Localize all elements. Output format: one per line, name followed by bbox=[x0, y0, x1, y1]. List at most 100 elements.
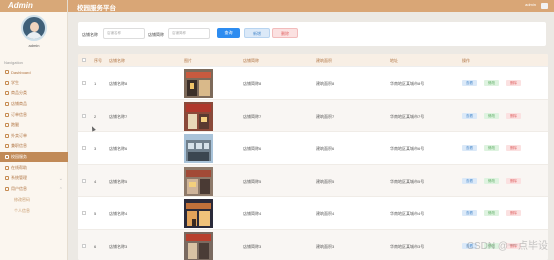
cell-area: 建筑面积8 bbox=[316, 81, 335, 86]
row-checkbox[interactable] bbox=[82, 211, 86, 215]
delete-button[interactable]: 删除 bbox=[506, 145, 521, 151]
search-panel: 店铺名称 店铺名称 店铺简称 店铺简称 查询 新增 删除 bbox=[78, 22, 546, 46]
user-icon bbox=[5, 186, 9, 191]
sidebar-item-errands[interactable]: 跑腿 bbox=[0, 120, 68, 131]
cell-address: 华南地区某城市7号 bbox=[390, 113, 425, 119]
logout-icon[interactable] bbox=[541, 3, 548, 9]
edit-button[interactable]: 修改 bbox=[484, 80, 499, 86]
sidebar-username: admin bbox=[28, 43, 40, 48]
cell-index: 6 bbox=[94, 243, 97, 249]
sidebar-item-label: 兼职信息 bbox=[11, 143, 27, 149]
cell-short: 店铺简称7 bbox=[243, 113, 262, 119]
cell-index: 2 bbox=[94, 113, 97, 119]
delete-button[interactable]: 删除 bbox=[506, 177, 521, 184]
page-title: 校园服务平台 bbox=[77, 5, 116, 12]
cell-name: 店铺名称3 bbox=[109, 243, 128, 249]
cell-address: 华南地区某城市4号 bbox=[390, 211, 425, 216]
row-checkbox[interactable] bbox=[82, 243, 86, 248]
detail-button[interactable]: 查看 bbox=[462, 177, 477, 184]
sidebar-item-takeout[interactable]: 外卖订单 bbox=[0, 131, 68, 142]
grid-icon bbox=[5, 165, 9, 170]
detail-button[interactable]: 查看 bbox=[462, 112, 477, 119]
table-header: 序号 店铺名称 图片 店铺简称 建筑面积 地址 操作 bbox=[78, 54, 548, 67]
sidebar-item-products[interactable]: 店铺商品 bbox=[0, 99, 68, 110]
data-table: 序号 店铺名称 图片 店铺简称 建筑面积 地址 操作 1 店铺名称8 店铺简称8… bbox=[78, 54, 548, 260]
cell-short: 店铺简称8 bbox=[243, 81, 262, 86]
edit-button[interactable]: 修改 bbox=[484, 145, 499, 151]
cell-name: 店铺名称6 bbox=[109, 146, 128, 151]
search-label-short: 店铺简称 bbox=[148, 32, 164, 37]
delete-button[interactable]: 删除 bbox=[506, 210, 521, 216]
cell-index: 5 bbox=[94, 211, 97, 216]
table-row: 2 店铺名称7 店铺简称7 建筑面积7 华南地区某城市7号 查看 修改 删除 bbox=[78, 99, 548, 132]
store-image bbox=[184, 101, 213, 131]
cell-index: 4 bbox=[94, 178, 97, 184]
sidebar-item-help[interactable]: 在线帮助 bbox=[0, 162, 68, 173]
store-short-input[interactable]: 店铺简称 bbox=[168, 28, 210, 39]
col-index: 序号 bbox=[94, 58, 102, 63]
grid-icon bbox=[5, 144, 9, 149]
grid-icon bbox=[5, 112, 9, 117]
sidebar-item-orders[interactable]: 订单信息 bbox=[0, 109, 68, 120]
sidebar-item-label: 系统管理 bbox=[11, 175, 27, 181]
chevron-up-icon: ⌃ bbox=[58, 186, 63, 193]
grid-icon bbox=[5, 102, 9, 107]
add-button[interactable]: 新增 bbox=[244, 28, 270, 38]
submenu-profile[interactable]: 个人信息 bbox=[0, 205, 68, 216]
sidebar-item-categories[interactable]: 商品分类 bbox=[0, 88, 68, 99]
grid-icon bbox=[5, 155, 9, 160]
sidebar-item-system[interactable]: 系统管理 ⌄ bbox=[0, 173, 68, 184]
row-checkbox[interactable] bbox=[82, 146, 86, 150]
avatar[interactable] bbox=[21, 15, 47, 41]
cell-short: 店铺简称6 bbox=[243, 146, 262, 151]
delete-button[interactable]: 删除 bbox=[506, 80, 521, 86]
cell-name: 店铺名称4 bbox=[109, 211, 128, 216]
grid-icon bbox=[5, 123, 9, 128]
search-button[interactable]: 查询 bbox=[217, 28, 240, 38]
edit-button[interactable]: 修改 bbox=[484, 177, 499, 184]
cell-short: 店铺简称4 bbox=[243, 211, 262, 216]
cell-short: 店铺简称5 bbox=[243, 178, 262, 184]
brand-logo: Admin bbox=[0, 0, 67, 12]
sidebar-item-label: 学生 bbox=[11, 79, 19, 85]
row-checkbox[interactable] bbox=[82, 178, 86, 183]
cell-address: 华南地区某城市8号 bbox=[390, 81, 425, 86]
sidebar-item-jobs[interactable]: 兼职信息 bbox=[0, 141, 68, 152]
sidebar-item-students[interactable]: 学生 bbox=[0, 78, 68, 89]
detail-button[interactable]: 查看 bbox=[462, 80, 477, 86]
grid-icon bbox=[5, 133, 9, 138]
row-checkbox[interactable] bbox=[82, 81, 86, 85]
gear-icon bbox=[5, 176, 9, 181]
cell-address: 华南地区某城市6号 bbox=[390, 146, 425, 151]
sidebar-item-user-info[interactable]: 用户信息 ⌃ bbox=[0, 184, 68, 195]
sidebar-item-label: 跑腿 bbox=[11, 122, 19, 128]
detail-button[interactable]: 查看 bbox=[462, 145, 477, 151]
edit-button[interactable]: 修改 bbox=[484, 112, 499, 119]
col-short: 店铺简称 bbox=[243, 58, 259, 63]
sidebar-item-label: 订单信息 bbox=[11, 111, 27, 117]
detail-button[interactable]: 查看 bbox=[462, 210, 477, 216]
topbar-username[interactable]: admin bbox=[525, 2, 536, 7]
table-row: 1 店铺名称8 店铺简称8 建筑面积8 华南地区某城市8号 查看 修改 删除 bbox=[78, 67, 548, 100]
select-all-checkbox[interactable] bbox=[82, 58, 86, 62]
col-actions: 操作 bbox=[462, 58, 470, 63]
cell-area: 建筑面积6 bbox=[316, 146, 335, 151]
delete-button[interactable]: 删除 bbox=[506, 112, 521, 119]
cell-area: 建筑面积4 bbox=[316, 211, 335, 216]
cell-index: 1 bbox=[94, 81, 97, 86]
batch-delete-button[interactable]: 删除 bbox=[272, 28, 298, 38]
store-name-input[interactable]: 店铺名称 bbox=[103, 28, 145, 39]
col-area: 建筑面积 bbox=[316, 58, 332, 63]
submenu-change-password[interactable]: 修改密码 bbox=[0, 194, 68, 205]
cell-index: 3 bbox=[94, 146, 97, 151]
row-checkbox[interactable] bbox=[82, 113, 86, 118]
sidebar-item-campus-service[interactable]: 校园服务 bbox=[0, 151, 68, 163]
grid-icon bbox=[5, 91, 9, 96]
store-image bbox=[184, 134, 213, 163]
cell-area: 建筑面积3 bbox=[316, 243, 335, 249]
top-bar: 校园服务平台 admin bbox=[68, 0, 554, 12]
cell-address: 华南地区某城市5号 bbox=[390, 178, 425, 184]
edit-button[interactable]: 修改 bbox=[484, 210, 499, 216]
chevron-down-icon: ⌄ bbox=[58, 175, 63, 182]
sidebar-item-dashboard[interactable]: Dashboard bbox=[0, 67, 68, 78]
